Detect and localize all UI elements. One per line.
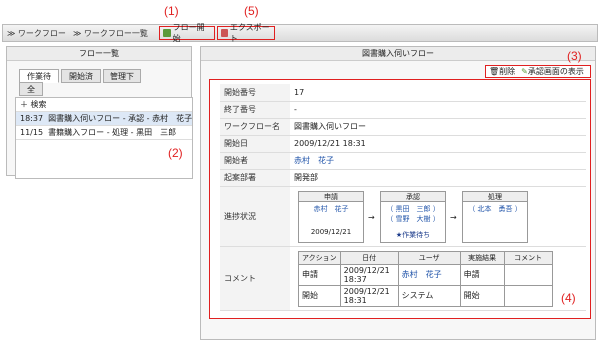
value-end-no: - <box>290 101 586 119</box>
approver-b[interactable]: （ 雪野 大樹 ） <box>381 214 445 224</box>
flow-list-title: フロー一覧 <box>7 47 191 61</box>
tab-all[interactable]: 全て <box>19 82 43 107</box>
label-start-date: 開始日 <box>220 135 290 153</box>
arrow-icon: → <box>450 212 457 222</box>
callout-2: (2) <box>168 146 183 160</box>
approver-a[interactable]: （ 黒田 三郎 ） <box>381 204 445 214</box>
breadcrumb-workflow-list[interactable]: ≫ ワークフロー一覧 <box>73 28 148 39</box>
value-start-date: 2009/12/21 18:31 <box>290 135 586 153</box>
detail-area: 開始番号 17 終了番号 - ワークフロー名 図書購入伺いフロー 開始日 2009/12… <box>209 79 591 319</box>
export-icon <box>221 29 228 37</box>
table-row: 申請 2009/12/21 18:37 赤村 花子 申請 <box>298 263 553 286</box>
list-item[interactable]: 11/15 書籍購入フロー - 処理 - 黒田 三郎 <box>16 126 192 140</box>
flow-list: ＋ 検索 18:37 図書購入伺いフロー - 承認 - 赤村 花子 11/15 … <box>15 97 193 179</box>
comment-cell: アクション 日付 ユーザ 実施結果 コメント 申請 2009/12/21 18:3… <box>290 246 586 311</box>
flow-detail-panel: 図書購入伺いフロー (3) 🗑削除 ✎承認画面の表示 開始番号 17 終了番号 - … <box>200 46 596 340</box>
col-action: アクション <box>298 250 341 265</box>
col-user: ユーザ <box>397 250 461 265</box>
flow-list-panel: フロー一覧 作業待ち 開始済 管理下 全て ＋ 検索 18:37 図書購入伺いフ… <box>6 46 193 179</box>
value-wf-name: 図書購入伺いフロー <box>290 118 586 136</box>
flow-detail-title: 図書購入伺いフロー <box>201 47 595 61</box>
label-starter: 開始者 <box>220 152 290 170</box>
label-end-no: 終了番号 <box>220 101 290 119</box>
plus-icon: ＋ <box>20 100 28 109</box>
action-bar: 🗑削除 ✎承認画面の表示 <box>485 65 591 78</box>
label-progress: 進捗状況 <box>220 186 290 247</box>
comment-table: アクション 日付 ユーザ 実施結果 コメント 申請 2009/12/21 18:3… <box>298 250 553 307</box>
pencil-icon: ✎ <box>521 67 528 76</box>
col-comment: コメント <box>503 250 553 265</box>
label-comment: コメント <box>220 246 290 311</box>
apply-date: 2009/12/21 <box>310 227 352 236</box>
progress-approve: 承認 （ 黒田 三郎 ） （ 雪野 大樹 ） ★作業待ち <box>380 190 446 243</box>
col-date: 日付 <box>339 250 399 265</box>
value-start-no: 17 <box>290 84 586 102</box>
tab-started[interactable]: 開始済 <box>61 69 101 83</box>
top-toolbar: ≫ ワークフロー ≫ ワークフロー一覧 フロー開始 エクスポート <box>2 23 598 43</box>
callout-3: (3) <box>567 49 582 63</box>
list-item[interactable]: 18:37 図書購入伺いフロー - 承認 - 赤村 花子 <box>16 112 192 126</box>
search-row[interactable]: ＋ 検索 <box>16 98 192 112</box>
apply-user[interactable]: 赤村 花子 <box>299 204 363 214</box>
progress-cell: 申請 赤村 花子 2009/12/21 → 承認 （ 黒田 三郎 ） （ 雪野 … <box>290 186 586 247</box>
value-starter[interactable]: 赤村 花子 <box>290 152 586 170</box>
approve-status: ★作業待ち <box>395 230 431 239</box>
progress-process: 処理 （ 北本 勇吾 ） <box>462 190 528 243</box>
value-dept: 開発部 <box>290 169 586 187</box>
flow-start-icon <box>163 29 171 37</box>
delete-button[interactable]: 🗑削除 <box>489 66 515 77</box>
tab-waiting[interactable]: 作業待ち <box>19 69 59 94</box>
table-row: 開始 2009/12/21 18:31 システム 開始 <box>298 284 553 307</box>
label-dept: 起案部署 <box>220 169 290 187</box>
tab-managed[interactable]: 管理下 <box>103 69 141 83</box>
progress-apply: 申請 赤村 花子 2009/12/21 <box>298 190 364 243</box>
flow-start-button[interactable]: フロー開始 <box>159 23 215 43</box>
trash-icon: 🗑 <box>489 67 500 76</box>
breadcrumb-workflow[interactable]: ≫ ワークフロー <box>7 28 66 39</box>
processor-a[interactable]: （ 北本 勇吾 ） <box>463 204 527 214</box>
label-wf-name: ワークフロー名 <box>220 118 290 136</box>
arrow-icon: → <box>368 212 375 222</box>
approve-view-button[interactable]: ✎承認画面の表示 <box>521 66 584 77</box>
callout-5: (5) <box>244 4 259 18</box>
export-button[interactable]: エクスポート <box>217 23 275 43</box>
col-result: 実施結果 <box>459 250 505 265</box>
label-start-no: 開始番号 <box>220 84 290 102</box>
callout-4: (4) <box>561 291 576 305</box>
callout-1: (1) <box>164 4 179 18</box>
